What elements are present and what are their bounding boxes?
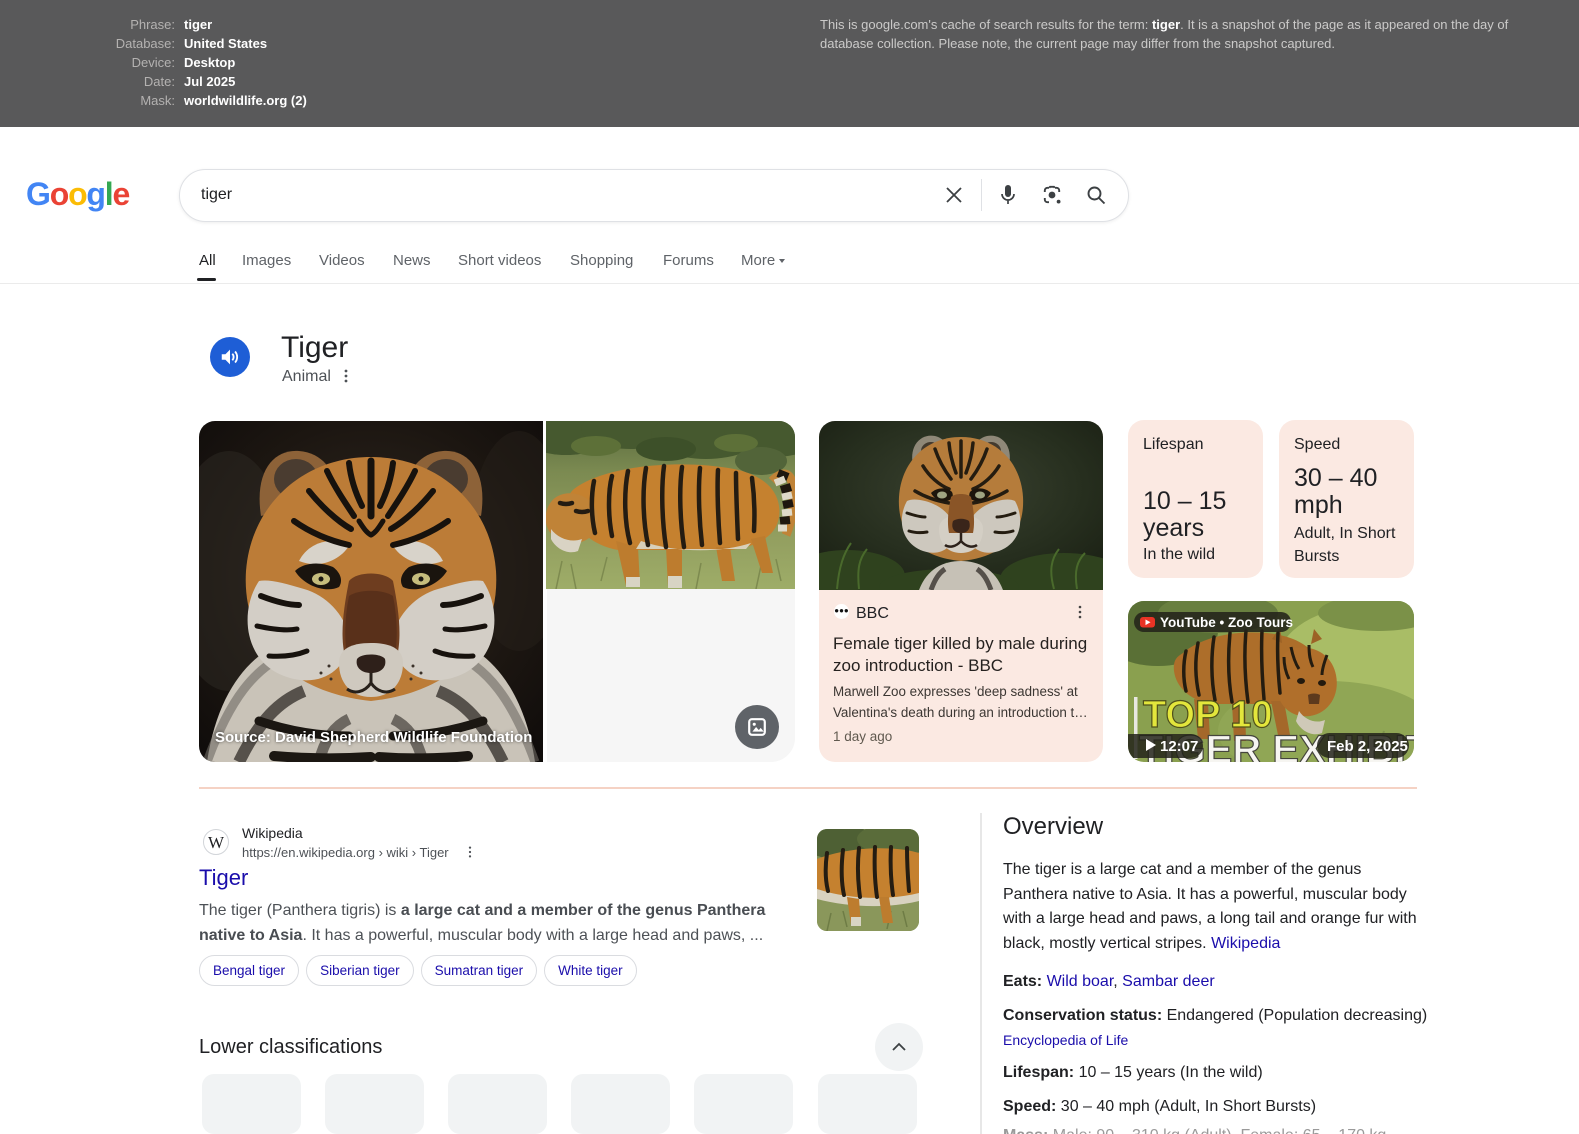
svg-text:YouTube • Zoo Tours: YouTube • Zoo Tours [1160,615,1293,630]
svg-text:12:07: 12:07 [1160,738,1198,755]
svg-text:Feb 2, 2025: Feb 2, 2025 [1327,738,1408,755]
